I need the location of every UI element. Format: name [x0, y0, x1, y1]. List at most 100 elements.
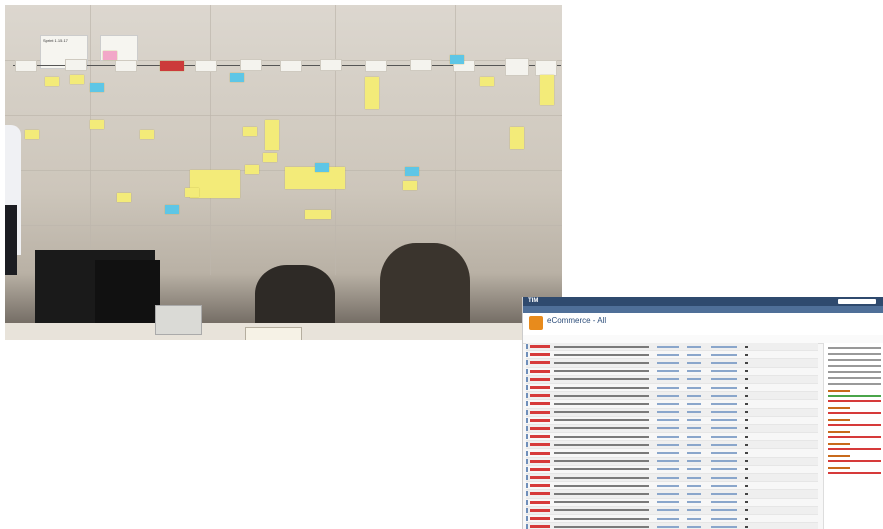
issue-summary[interactable] — [554, 427, 649, 430]
row-marker — [526, 516, 528, 522]
issue-row[interactable] — [526, 441, 818, 450]
issue-row[interactable] — [526, 482, 818, 491]
issue-row[interactable] — [526, 457, 818, 466]
issue-summary[interactable] — [554, 419, 649, 422]
sprint-label[interactable] — [828, 455, 850, 457]
sprint-label[interactable] — [828, 390, 850, 392]
issue-row[interactable] — [526, 417, 818, 425]
issue-row[interactable] — [526, 343, 818, 352]
timeline-card — [240, 59, 262, 71]
status-badge — [530, 500, 550, 504]
points-cell — [745, 402, 748, 405]
status-badge — [530, 443, 550, 447]
issue-row[interactable] — [526, 506, 818, 515]
issue-summary[interactable] — [554, 443, 649, 446]
sprint-label[interactable] — [828, 467, 850, 469]
issue-row[interactable] — [526, 515, 818, 524]
issue-row[interactable] — [526, 408, 818, 417]
sprint-progress-bar — [828, 472, 881, 474]
issue-summary[interactable] — [554, 525, 649, 528]
issue-row[interactable] — [526, 351, 818, 360]
sticky-note-blue — [90, 83, 104, 92]
issue-summary[interactable] — [554, 435, 649, 438]
issue-row[interactable] — [526, 499, 818, 507]
issue-summary[interactable] — [554, 378, 649, 381]
sticky-note — [263, 153, 277, 162]
row-marker — [526, 344, 528, 350]
issue-summary[interactable] — [554, 353, 649, 356]
issue-row[interactable] — [526, 392, 818, 401]
version-cell — [687, 501, 701, 504]
row-marker — [526, 376, 528, 382]
row-marker — [526, 393, 528, 399]
issue-row[interactable] — [526, 400, 818, 409]
issue-summary[interactable] — [554, 386, 649, 389]
issue-summary[interactable] — [554, 460, 649, 463]
status-badge — [530, 377, 550, 381]
row-marker — [526, 499, 528, 505]
issue-row[interactable] — [526, 449, 818, 458]
version-cell — [687, 353, 701, 356]
status-badge — [530, 492, 550, 496]
issue-summary[interactable] — [554, 370, 649, 373]
issue-row[interactable] — [526, 433, 818, 442]
row-marker — [526, 450, 528, 456]
issue-row[interactable] — [526, 490, 818, 499]
assignee-cell — [657, 509, 679, 512]
sticky-stack — [540, 75, 554, 105]
issue-summary[interactable] — [554, 476, 649, 479]
issue-row[interactable] — [526, 474, 818, 483]
component-cell — [711, 501, 737, 504]
issue-row[interactable] — [526, 368, 818, 376]
sprint-progress-bar — [828, 460, 881, 462]
issue-row[interactable] — [526, 384, 818, 393]
sprint-label[interactable] — [828, 443, 850, 445]
assignee-cell — [657, 468, 679, 471]
row-marker — [526, 417, 528, 423]
assignee-cell — [657, 411, 679, 414]
issue-summary[interactable] — [554, 509, 649, 512]
issue-row[interactable] — [526, 424, 818, 434]
sidebar-text — [828, 359, 881, 361]
issue-summary[interactable] — [554, 484, 649, 487]
row-marker — [526, 483, 528, 489]
app-logo[interactable]: TIM — [528, 298, 538, 304]
issue-summary[interactable] — [554, 361, 649, 364]
issue-summary[interactable] — [554, 394, 649, 397]
sprint-label[interactable] — [828, 419, 850, 421]
red-card — [160, 61, 184, 71]
points-cell — [745, 427, 748, 430]
wall-panel-seam — [210, 5, 211, 275]
issue-row[interactable] — [526, 523, 818, 529]
issue-summary[interactable] — [554, 468, 649, 471]
sprint-progress-bar — [828, 400, 881, 402]
issue-summary[interactable] — [554, 402, 649, 405]
component-cell — [711, 509, 737, 512]
version-cell — [687, 525, 701, 528]
issue-row[interactable] — [526, 359, 818, 368]
version-cell — [687, 443, 701, 446]
issue-summary[interactable] — [554, 492, 649, 495]
issue-summary[interactable] — [554, 501, 649, 504]
search-input[interactable] — [838, 299, 876, 304]
version-cell — [687, 468, 701, 471]
issue-row[interactable] — [526, 375, 818, 384]
app-screenshot: TIM eCommerce - All — [522, 297, 883, 529]
nav-bar — [523, 306, 883, 319]
issue-row[interactable] — [526, 466, 818, 474]
issue-summary[interactable] — [554, 411, 649, 414]
sprint-label[interactable] — [828, 431, 850, 433]
issue-summary[interactable] — [554, 452, 649, 455]
sprint-label[interactable] — [828, 407, 850, 409]
version-cell — [687, 361, 701, 364]
issue-summary[interactable] — [554, 345, 649, 348]
notebook — [245, 327, 302, 340]
issue-summary[interactable] — [554, 517, 649, 520]
laptop — [155, 305, 202, 335]
component-cell — [711, 386, 737, 389]
assignee-cell — [657, 452, 679, 455]
row-marker — [526, 401, 528, 407]
component-cell — [711, 370, 737, 373]
sidebar-text — [828, 371, 881, 373]
timeline-card — [15, 60, 37, 72]
